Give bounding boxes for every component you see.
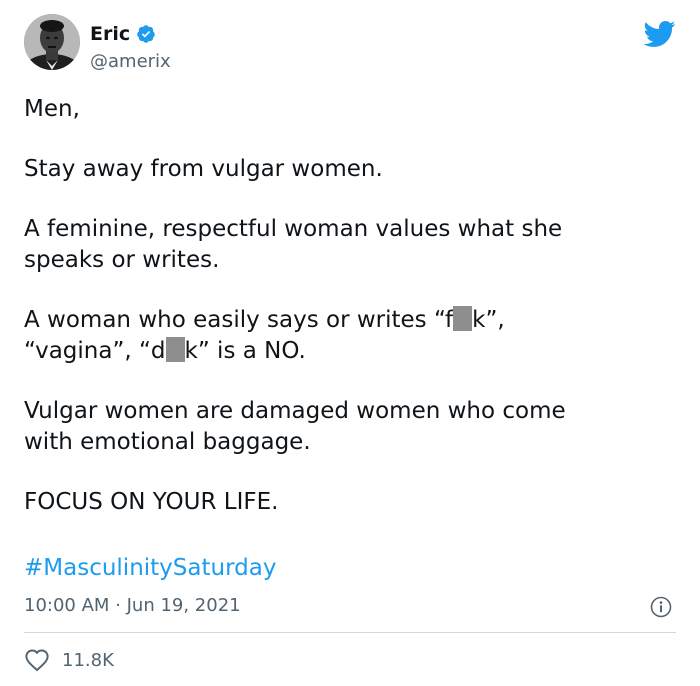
redaction-block xyxy=(453,306,473,331)
tweet-paragraph: FOCUS ON YOUR LIFE. xyxy=(24,487,674,518)
avatar[interactable] xyxy=(24,14,80,70)
tweet-line: k”, xyxy=(472,307,505,333)
author-name-row: Eric xyxy=(90,22,156,46)
tweet-paragraph: Men, xyxy=(24,94,674,125)
redaction-block xyxy=(165,337,185,362)
tweet-paragraph: A feminine, respectful woman values what… xyxy=(24,214,674,276)
like-action[interactable]: 11.8K xyxy=(24,648,114,672)
tweet-paragraph: Stay away from vulgar women. xyxy=(24,154,674,185)
like-count: 11.8K xyxy=(62,649,114,671)
author-display-name[interactable]: Eric xyxy=(90,22,130,46)
tweet-line: k” is a NO. xyxy=(184,338,306,364)
tweet-paragraph: Vulgar women are damaged women who come … xyxy=(24,396,674,458)
tweet-line: speaks or writes. xyxy=(24,247,220,273)
tweet-text: Men, Stay away from vulgar women. A femi… xyxy=(24,94,674,547)
hashtag-link[interactable]: #MasculinitySaturday xyxy=(24,553,276,584)
tweet-line: A feminine, respectful woman values what… xyxy=(24,216,563,242)
divider xyxy=(24,632,676,633)
tweet-line: Stay away from vulgar women. xyxy=(24,156,383,182)
tweet-line: A woman who easily says or writes “f xyxy=(24,307,454,333)
heart-icon[interactable] xyxy=(24,648,50,672)
tweet-line: with emotional baggage. xyxy=(24,429,311,455)
tweet-line: Vulgar women are damaged women who come xyxy=(24,398,566,424)
tweet-line: “vagina”, “d xyxy=(24,338,166,364)
tweet-line: FOCUS ON YOUR LIFE. xyxy=(24,489,279,515)
tweet-timestamp[interactable]: 10:00 AM · Jun 19, 2021 xyxy=(24,595,241,617)
verified-badge-icon xyxy=(136,24,156,44)
info-icon[interactable] xyxy=(650,596,672,618)
tweet-line: Men, xyxy=(24,96,80,122)
author-handle[interactable]: @amerix xyxy=(90,51,171,73)
twitter-bird-icon[interactable] xyxy=(642,20,676,48)
tweet-paragraph: A woman who easily says or writes “f k”, … xyxy=(24,305,674,367)
tweet-card: Eric @amerix Men, Stay away from vulgar … xyxy=(0,0,700,686)
